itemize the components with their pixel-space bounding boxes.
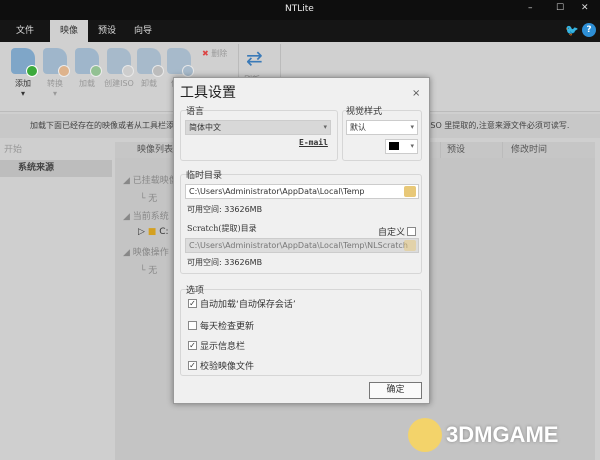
auto-load-session-checkbox[interactable]: ✓ 自动加载‘自动保存会话’ xyxy=(188,297,296,310)
scratch-path-input: C:\Users\Administrator\AppData\Local\Tem… xyxy=(185,238,419,253)
add-icon xyxy=(11,48,38,77)
refresh-icon[interactable]: ⇄ xyxy=(246,46,263,70)
add-button[interactable]: 添加 ▾ xyxy=(8,48,38,98)
folder-icon[interactable] xyxy=(404,186,416,197)
tab-file[interactable]: 文件 xyxy=(6,20,44,42)
scratch-label: Scratch(提取)目录 xyxy=(187,224,257,233)
language-group xyxy=(180,110,338,161)
load-button[interactable]: 加载 xyxy=(72,48,102,89)
maximize-button[interactable]: ☐ xyxy=(556,3,564,13)
tree-item[interactable]: ◢ 映像操作 xyxy=(123,245,169,258)
save-icon xyxy=(167,48,194,77)
tab-preset[interactable]: 预设 xyxy=(88,20,126,42)
dialog-close-button[interactable]: × xyxy=(412,88,420,99)
delete-icon: ✖ xyxy=(202,49,209,58)
language-select[interactable]: 简体中文 ▾ xyxy=(185,120,331,135)
temp-free-space: 可用空间: 33626MB xyxy=(187,205,263,214)
column-preset[interactable]: 预设 xyxy=(440,142,502,158)
temp-label: 临时目录 xyxy=(186,171,223,181)
chevron-down-icon: ▾ xyxy=(410,123,414,131)
tree-item: └ 无 xyxy=(140,266,158,276)
help-icon[interactable]: ? xyxy=(582,23,596,37)
twitter-icon[interactable]: 🐦 xyxy=(565,24,579,37)
iso-icon xyxy=(107,48,134,77)
chevron-down-icon: ▾ xyxy=(323,123,327,131)
temp-path-input[interactable]: C:\Users\Administrator\AppData\Local\Tem… xyxy=(185,184,419,199)
convert-icon xyxy=(43,48,70,77)
tool-settings-dialog: 工具设置 × 语言 简体中文 ▾ E-mail 视觉样式 默认 ▾ ▾ 临时目录 C… xyxy=(173,77,430,404)
color-swatch xyxy=(389,142,399,150)
scratch-free-space: 可用空间: 33626MB xyxy=(187,258,263,267)
language-label: 语言 xyxy=(186,107,205,117)
tab-wizard[interactable]: 向导 xyxy=(124,20,162,42)
load-icon xyxy=(75,48,102,77)
custom-checkbox[interactable]: 自定义 xyxy=(378,225,417,238)
tree-item[interactable]: ◢ 已挂载映像 xyxy=(123,173,178,186)
dialog-title: 工具设置 xyxy=(180,85,236,101)
title-bar: NTLite – ☐ ✕ xyxy=(0,0,600,20)
watermark: 3DMGAME xyxy=(446,422,559,447)
menu-tabs: 文件 映像 预设 向导 🐦 ? xyxy=(0,20,600,42)
tab-image[interactable]: 映像 xyxy=(50,20,89,42)
window-title: NTLite xyxy=(285,4,314,14)
info-text-right: ISO 里提取的,注意来源文件必须可读写. xyxy=(428,121,570,130)
tree-item[interactable]: ▷ ■ C: xyxy=(138,227,169,237)
watermark-logo-icon xyxy=(408,418,442,452)
delete-button[interactable]: ✖ 删除 xyxy=(202,48,227,59)
tree-item[interactable]: ◢ 当前系统 xyxy=(123,209,169,222)
sidebar-item-system-source[interactable]: 系统来源 xyxy=(0,160,112,177)
options-label: 选项 xyxy=(186,286,205,296)
create-iso-button[interactable]: 创建ISO xyxy=(102,48,136,89)
check-updates-checkbox[interactable]: 每天检查更新 xyxy=(188,319,254,332)
column-modified[interactable]: 修改时间 xyxy=(502,142,595,158)
show-infobar-checkbox[interactable]: ✓ 显示信息栏 xyxy=(188,339,245,352)
unload-icon xyxy=(137,48,164,77)
info-text: 加载下面已经存在的映像或者从工具栏添加 xyxy=(30,121,182,130)
start-header: 开始 xyxy=(4,145,23,155)
visual-style-label: 视觉样式 xyxy=(346,107,383,117)
color-picker[interactable]: ▾ xyxy=(385,139,418,154)
minimize-button[interactable]: – xyxy=(528,3,533,13)
visual-style-select[interactable]: 默认 ▾ xyxy=(346,120,418,135)
verify-image-checkbox[interactable]: ✓ 校验映像文件 xyxy=(188,359,254,372)
unload-button[interactable]: 卸载 xyxy=(134,48,164,89)
convert-button[interactable]: 转换 ▾ xyxy=(40,48,70,98)
folder-icon xyxy=(404,240,416,251)
tree-item: └ 无 xyxy=(140,194,158,204)
ok-button[interactable]: 确定 xyxy=(369,382,422,399)
close-button[interactable]: ✕ xyxy=(581,3,589,13)
email-link[interactable]: E-mail xyxy=(299,138,328,147)
